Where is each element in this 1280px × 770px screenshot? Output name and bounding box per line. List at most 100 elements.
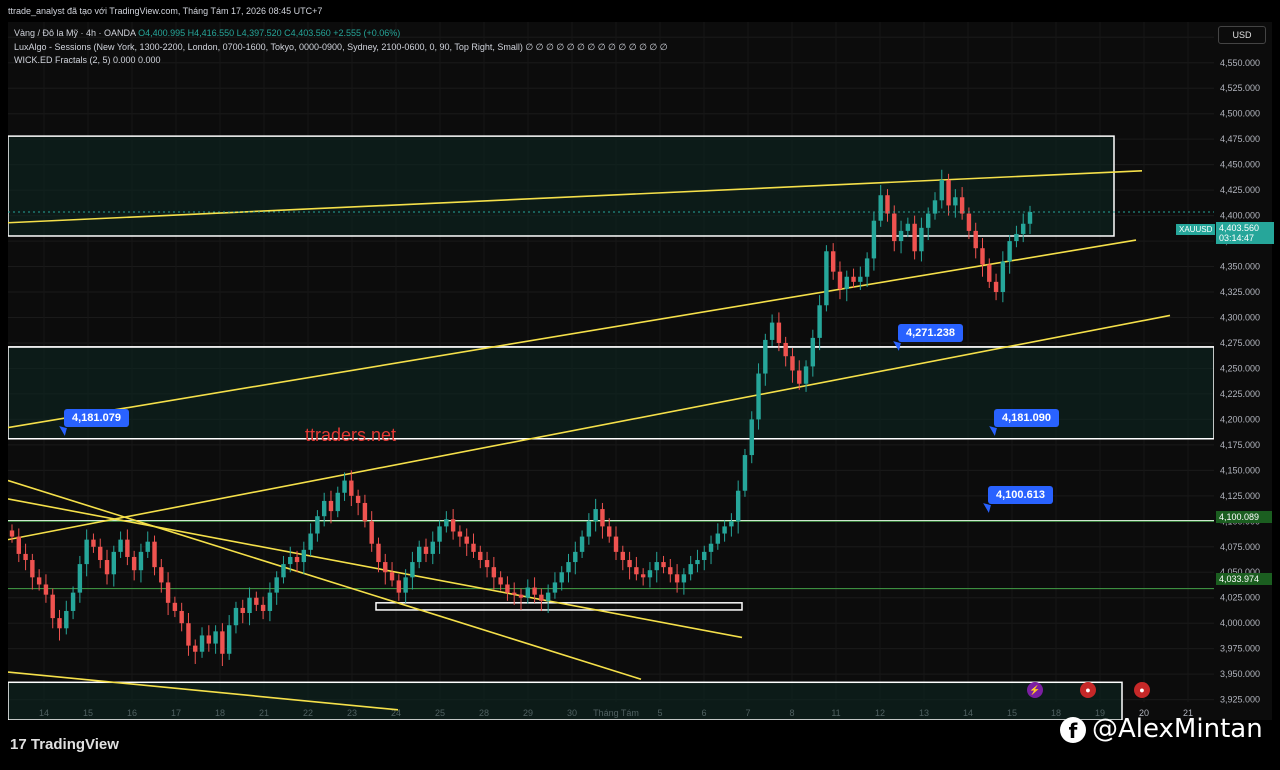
candle-body[interactable] [145, 541, 150, 552]
candle-body[interactable] [50, 594, 55, 619]
candle-body[interactable] [484, 560, 490, 568]
candle-body[interactable] [376, 543, 381, 563]
candle-body[interactable] [919, 227, 924, 252]
candle-body[interactable] [104, 560, 110, 575]
currency-button[interactable]: USD [1218, 26, 1266, 44]
candle-body[interactable] [905, 223, 911, 231]
candle-body[interactable] [545, 592, 551, 601]
candle-body[interactable] [898, 230, 904, 242]
candle-body[interactable] [769, 322, 775, 340]
candle-body[interactable] [803, 366, 809, 384]
candle-body[interactable] [77, 564, 83, 593]
candle-body[interactable] [729, 521, 734, 527]
candle-body[interactable] [946, 179, 951, 206]
candle-body[interactable] [138, 551, 144, 571]
candle-body[interactable] [824, 251, 829, 306]
candle-body[interactable] [111, 551, 117, 575]
candle-body[interactable] [267, 592, 273, 611]
candle-body[interactable] [715, 533, 721, 544]
candle-body[interactable] [735, 490, 741, 522]
candle-body[interactable] [294, 556, 300, 563]
candle-body[interactable] [9, 530, 15, 537]
trendline[interactable] [8, 498, 743, 639]
candle-body[interactable] [885, 195, 890, 214]
candle-body[interactable] [491, 567, 497, 578]
candle-body[interactable] [288, 556, 293, 565]
candle-body[interactable] [362, 502, 368, 522]
candle-body[interactable] [152, 541, 157, 568]
candle-body[interactable] [410, 562, 415, 578]
candle-body[interactable] [858, 276, 863, 282]
candle-body[interactable] [416, 546, 422, 563]
candle-body[interactable] [118, 539, 123, 552]
candle-body[interactable] [980, 248, 985, 265]
candle-body[interactable] [756, 373, 761, 420]
candle-body[interactable] [763, 339, 768, 374]
candle-body[interactable] [254, 597, 259, 605]
candle-body[interactable] [817, 305, 822, 338]
candle-body[interactable] [430, 541, 435, 554]
candle-body[interactable] [742, 455, 748, 491]
candle-body[interactable] [688, 564, 693, 575]
candle-body[interactable] [301, 549, 307, 563]
candle-body[interactable] [681, 574, 687, 583]
candle-body[interactable] [70, 592, 76, 611]
candle-body[interactable] [125, 539, 130, 557]
candle-body[interactable] [389, 572, 395, 581]
candle-body[interactable] [30, 560, 35, 578]
candle-body[interactable] [98, 546, 103, 561]
candle-body[interactable] [342, 480, 347, 493]
legend-sessions-indicator[interactable]: LuxAlgo - Sessions (New York, 1300-2200,… [14, 42, 668, 53]
candle-body[interactable] [654, 562, 659, 571]
candle-body[interactable] [613, 536, 619, 552]
candle-body[interactable] [179, 610, 184, 624]
candle-body[interactable] [830, 251, 836, 272]
candle-body[interactable] [206, 635, 212, 644]
candle-body[interactable] [939, 179, 944, 201]
chart-area[interactable]: 14151617182122232425282930Tháng Tám56781… [8, 22, 1214, 720]
candle-body[interactable] [695, 560, 700, 565]
candle-body[interactable] [518, 594, 524, 598]
small-zone-box[interactable] [375, 602, 743, 611]
candle-body[interactable] [396, 580, 402, 593]
candle-body[interactable] [464, 536, 469, 544]
candle-body[interactable] [247, 597, 252, 614]
candle-body[interactable] [925, 213, 931, 228]
candle-body[interactable] [226, 625, 232, 654]
candle-body[interactable] [1014, 233, 1019, 242]
candle-body[interactable] [43, 584, 49, 595]
price-axis[interactable]: 3,925.000 3,950.000 3,975.000 4,000.000 4,02… [1214, 22, 1272, 720]
candle-body[interactable] [668, 567, 673, 575]
candle-body[interactable] [444, 519, 449, 527]
us-flag-event-icon[interactable]: ● [1080, 682, 1096, 698]
candle-body[interactable] [457, 531, 463, 537]
candle-body[interactable] [973, 230, 978, 249]
candle-body[interactable] [620, 551, 626, 561]
candle-body[interactable] [321, 500, 327, 517]
candle-body[interactable] [797, 370, 802, 384]
candle-body[interactable] [383, 562, 388, 573]
candle-body[interactable] [573, 551, 578, 563]
candle-body[interactable] [966, 213, 972, 231]
candle-body[interactable] [165, 582, 171, 603]
candle-body[interactable] [91, 539, 96, 547]
candle-body[interactable] [328, 500, 334, 512]
candle-body[interactable] [552, 582, 558, 593]
candle-body[interactable] [57, 618, 62, 629]
candle-body[interactable] [349, 480, 354, 496]
candle-body[interactable] [871, 220, 877, 259]
candle-body[interactable] [308, 533, 313, 550]
candle-body[interactable] [213, 631, 218, 644]
candle-body[interactable] [505, 584, 510, 593]
candle-body[interactable] [722, 526, 727, 534]
candle-body[interactable] [844, 276, 849, 289]
candle-body[interactable] [471, 543, 476, 552]
candle-body[interactable] [634, 567, 639, 575]
candle-body[interactable] [233, 607, 239, 626]
candle-body[interactable] [64, 610, 69, 629]
candle-body[interactable] [790, 356, 795, 371]
candle-body[interactable] [220, 631, 225, 654]
candle-body[interactable] [131, 556, 137, 571]
candle-body[interactable] [84, 539, 89, 565]
candle-body[interactable] [559, 572, 564, 583]
